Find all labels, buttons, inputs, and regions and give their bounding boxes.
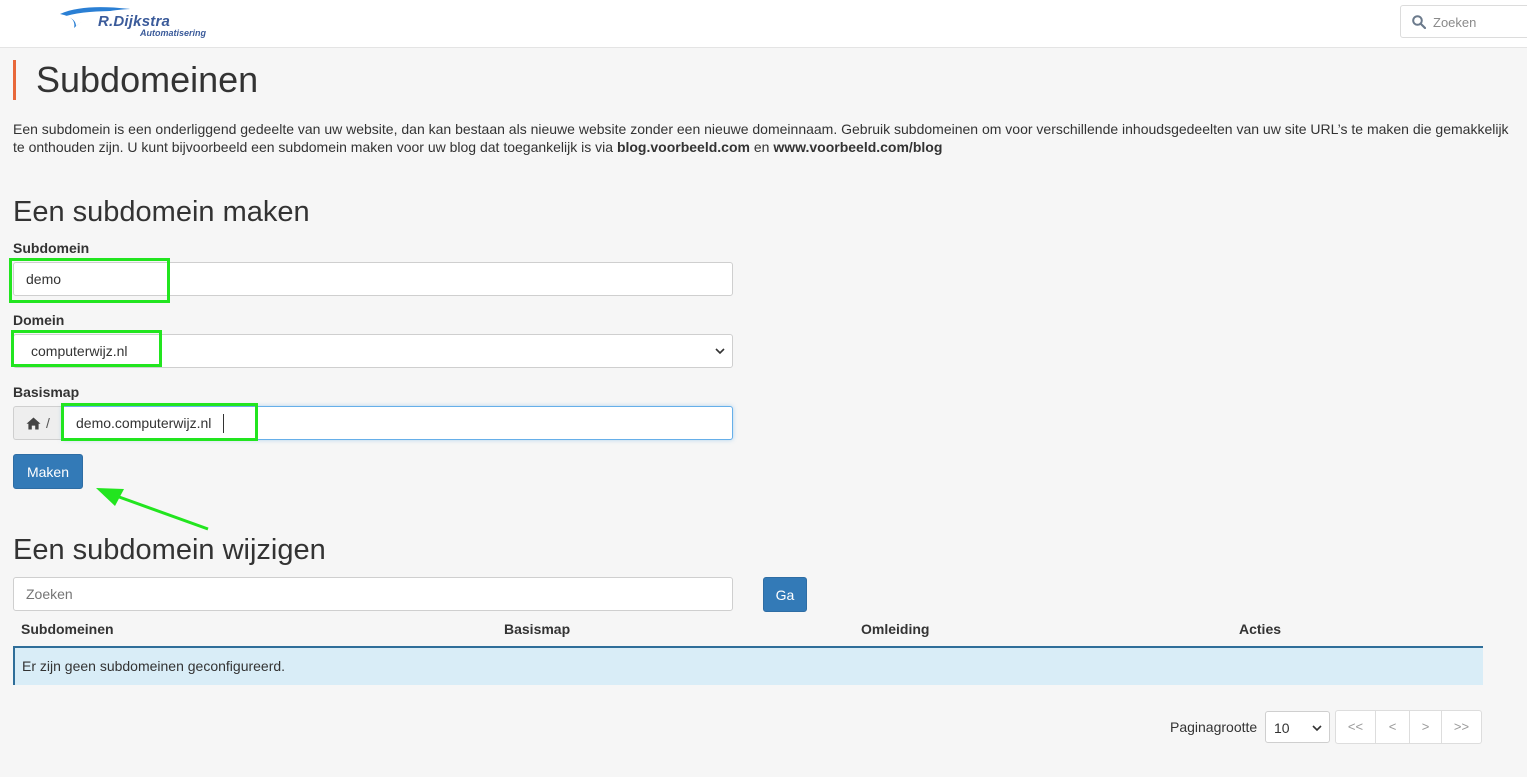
search-icon	[1412, 15, 1426, 29]
column-header-docroot[interactable]: Basismap	[504, 621, 570, 637]
intro-example-subdomain: blog.voorbeeld.com	[616, 139, 750, 155]
empty-message: Er zijn geen subdomeinen geconfigureerd.	[22, 658, 286, 674]
pagination-controls: << < > >>	[1335, 710, 1482, 744]
subdomain-input[interactable]	[13, 262, 733, 296]
page-title: Subdomeinen	[13, 60, 258, 100]
text-caret	[223, 414, 224, 433]
brand-logo[interactable]: R.Dijkstra Automatisering	[58, 4, 228, 40]
header-search	[1400, 5, 1527, 38]
docroot-label: Basismap	[13, 384, 80, 400]
manage-section-heading: Een subdomein wijzigen	[13, 534, 326, 566]
prev-page-button[interactable]: <	[1375, 710, 1410, 744]
page-intro: Een subdomein is een onderliggend gedeel…	[13, 120, 1513, 156]
home-icon	[26, 417, 41, 430]
subdomain-search-input[interactable]	[13, 577, 733, 611]
intro-example-path: www.voorbeeld.com/blog	[773, 139, 943, 155]
search-go-button[interactable]: Ga	[763, 577, 807, 612]
column-header-redirect[interactable]: Omleiding	[861, 621, 929, 637]
page-size-label: Paginagrootte	[1170, 719, 1258, 735]
domain-select-value: computerwijz.nl	[31, 343, 128, 359]
docroot-input-value: demo.computerwijz.nl	[76, 415, 212, 431]
subdomain-label: Subdomein	[13, 240, 90, 256]
page-size-value: 10	[1274, 720, 1290, 736]
last-page-button[interactable]: >>	[1441, 710, 1482, 744]
docroot-prefix: /	[13, 406, 62, 440]
create-section-heading: Een subdomein maken	[13, 196, 310, 228]
brand-subtitle: Automatisering	[140, 28, 207, 38]
table-empty-row: Er zijn geen subdomeinen geconfigureerd.	[13, 648, 1483, 685]
next-page-button[interactable]: >	[1409, 710, 1442, 744]
header-search-input[interactable]	[1431, 10, 1527, 34]
create-subdomain-button[interactable]: Maken	[13, 454, 83, 489]
intro-and: en	[749, 139, 774, 155]
first-page-button[interactable]: <<	[1335, 710, 1376, 744]
chevron-down-icon	[715, 348, 725, 355]
docroot-input[interactable]: demo.computerwijz.nl	[62, 406, 733, 440]
domain-label: Domein	[13, 312, 65, 328]
page-size-select[interactable]: 10	[1265, 711, 1330, 743]
docroot-slash: /	[46, 415, 50, 431]
chevron-down-icon	[1312, 725, 1322, 732]
column-header-subdomains[interactable]: Subdomeinen	[21, 621, 114, 637]
top-bar: R.Dijkstra Automatisering	[0, 0, 1527, 48]
annotation-arrow-icon	[96, 488, 209, 531]
domain-select[interactable]: computerwijz.nl	[13, 334, 733, 368]
subdomain-table-header: Subdomeinen Basismap Omleiding Acties	[13, 614, 1483, 648]
column-header-actions: Acties	[1239, 621, 1282, 637]
